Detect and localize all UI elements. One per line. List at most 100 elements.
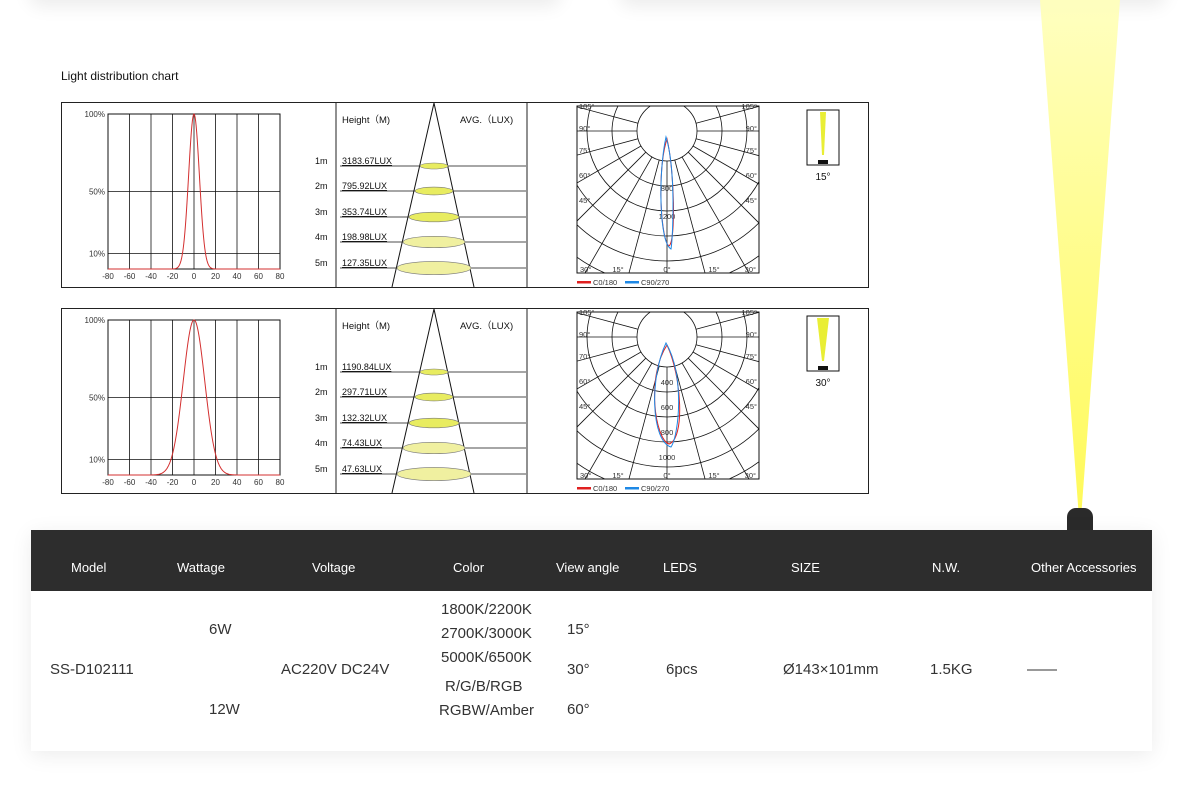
polar-angle-left: 60° — [579, 377, 590, 386]
curve-x-tick: 60 — [254, 478, 263, 487]
voltage-value: AC220V DC24V — [281, 661, 390, 678]
lux-row-value: 132.32LUX — [342, 413, 387, 423]
curve-x-tick: -60 — [124, 478, 136, 487]
polar-angle-bottom: 30° — [745, 471, 756, 480]
view-angle-value-3: 60° — [567, 701, 590, 718]
lux-ellipse — [402, 236, 466, 249]
lux-ellipse — [402, 442, 466, 455]
polar-angle-right: 90° — [746, 330, 757, 339]
avg-label: AVG.（LUX) — [460, 320, 513, 332]
header-other: Other Accessories — [1031, 560, 1137, 575]
color-value-3: 5000K/6500K — [441, 649, 532, 666]
curve-x-tick: 20 — [211, 272, 220, 281]
spec-header-row: Model Wattage Voltage Color View angle L… — [31, 530, 1152, 591]
color-value-5: RGBW/Amber — [439, 702, 535, 719]
header-view-angle: View angle — [556, 560, 620, 575]
curve-x-tick: -80 — [102, 272, 114, 281]
beam-angle-label: 15° — [815, 172, 830, 183]
distribution-svg-2: 100% 50% 10% -80 -60 -40 -20 0 20 40 60 80 Height（M)… — [85, 309, 840, 493]
curve-x-tick: 40 — [233, 272, 242, 281]
lux-row-value: 47.63LUX — [342, 464, 382, 474]
lux-row-value: 127.35LUX — [342, 258, 387, 268]
polar-angle-left: 60° — [579, 171, 590, 180]
curve-x-tick: 40 — [233, 478, 242, 487]
polar-angle-right: 45° — [746, 196, 757, 205]
polar-spoke — [584, 362, 653, 479]
header-leds: LEDS — [663, 560, 697, 575]
lux-row-height: 3m — [315, 207, 328, 217]
distribution-panel-1: 100% 50% 10% -80 -60 -40 -20 0 20 40 60 80 Height（M)… — [61, 102, 869, 288]
polar-angle-left: 45° — [579, 196, 590, 205]
polar-angle-left: 45° — [579, 402, 590, 411]
lux-ellipse — [419, 368, 449, 376]
polar-angle-left: 90° — [579, 330, 590, 339]
legend-label-c90: C90/270 — [641, 484, 669, 493]
distribution-svg-1: 100% 50% 10% -80 -60 -40 -20 0 20 40 60 80 Height（M)… — [85, 103, 840, 287]
polar-grid — [577, 312, 759, 479]
legend-label-c0: C0/180 — [593, 484, 617, 493]
beam-icon-fixture — [818, 160, 828, 164]
polar-grid — [577, 106, 759, 273]
curve-x-tick: -40 — [145, 478, 157, 487]
nw-value: 1.5KG — [930, 661, 973, 678]
polar-angle-right: 105° — [741, 103, 757, 111]
polar-angle-bottom: 15° — [708, 471, 719, 480]
polar-angle-left: 105° — [579, 103, 595, 111]
distribution-panel-2: 100% 50% 10% -80 -60 -40 -20 0 20 40 60 80 Height（M)… — [61, 308, 869, 494]
lux-row-height: 2m — [315, 387, 328, 397]
polar-angle-bottom: 0° — [663, 265, 670, 274]
wattage-value-2: 12W — [209, 701, 240, 718]
model-value: SS-D102111 — [50, 661, 134, 678]
polar-spoke — [692, 145, 759, 185]
curve-x-tick: 0 — [192, 272, 197, 281]
lux-row-height: 5m — [315, 464, 328, 474]
color-value-1: 1800K/2200K — [441, 601, 532, 618]
lux-row-height: 4m — [315, 232, 328, 242]
polar-spoke — [584, 156, 653, 273]
polar-angle-right: 75° — [746, 352, 757, 361]
polar-angle-right: 45° — [746, 402, 757, 411]
curve-x-tick: 60 — [254, 272, 263, 281]
curve-x-tick: -20 — [167, 478, 179, 487]
height-label: Height（M) — [342, 320, 390, 332]
lux-ellipse — [396, 261, 472, 275]
lux-ellipse — [419, 162, 449, 170]
beam-angle-label: 30° — [815, 378, 830, 389]
lux-ellipse — [408, 417, 460, 429]
lux-row-height: 1m — [315, 362, 328, 372]
polar-radial-label: 1000 — [659, 453, 676, 462]
polar-angle-left: 105° — [579, 309, 595, 317]
polar-angle-left: 70° — [579, 352, 590, 361]
polar-spoke — [577, 145, 642, 184]
curve-y-tick: 100% — [85, 316, 105, 325]
height-label: Height（M) — [342, 114, 390, 126]
legend-label-c90: C90/270 — [641, 278, 669, 287]
curve-x-tick: 80 — [276, 478, 285, 487]
polar-ring — [636, 312, 698, 368]
header-voltage: Voltage — [312, 560, 356, 575]
polar-angle-bottom: 30° — [745, 265, 756, 274]
legend-swatch-c90 — [625, 281, 639, 284]
curve-y-tick: 100% — [85, 110, 105, 119]
view-angle-value-1: 15° — [567, 621, 590, 638]
polar-angle-bottom: 30° — [580, 265, 591, 274]
header-model: Model — [71, 560, 107, 575]
legend-label-c0: C0/180 — [593, 278, 617, 287]
lux-row-height: 5m — [315, 258, 328, 268]
lux-ellipse — [414, 186, 454, 196]
spec-table: Model Wattage Voltage Color View angle L… — [31, 530, 1152, 751]
other-value: —— — [1027, 661, 1057, 678]
header-nw: N.W. — [932, 560, 961, 575]
lux-row-value: 3183.67LUX — [342, 156, 392, 166]
curve-x-tick: -40 — [145, 272, 157, 281]
light-beam-graphic — [1040, 0, 1120, 510]
polar-angle-bottom: 15° — [612, 471, 623, 480]
header-size: SIZE — [791, 560, 820, 575]
lux-row-height: 4m — [315, 438, 328, 448]
curve-y-tick: 10% — [89, 456, 105, 465]
lux-ellipse — [414, 392, 454, 402]
polar-spoke — [692, 351, 759, 391]
curve-y-tick: 50% — [89, 188, 105, 197]
lux-row-height: 2m — [315, 181, 328, 191]
header-color: Color — [453, 560, 485, 575]
